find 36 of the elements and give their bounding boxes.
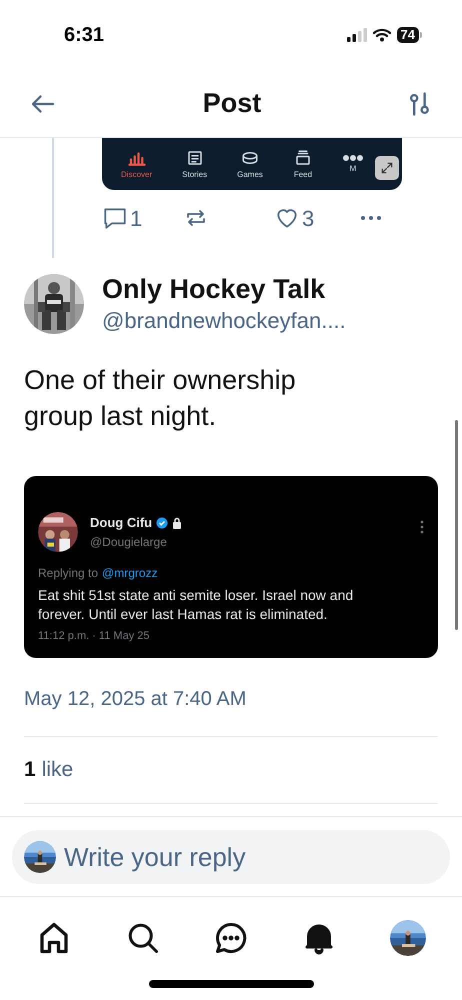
quoted-author-name: Doug Cifu (90, 514, 152, 532)
app-tab-label: Games (237, 170, 263, 179)
like-count: 1 (24, 757, 36, 784)
verified-badge-icon (156, 517, 168, 529)
post-date: May 12, 2025 at 7:40 AM (23, 687, 248, 712)
quoted-tweet-text: Eat shit 51st state anti semite loser. Israel now and forever. Until ever last Hamas rat is eliminated. (38, 586, 354, 624)
reply-input[interactable]: Write your reply (64, 838, 438, 876)
expand-button[interactable] (375, 156, 399, 180)
quoted-timestamp: 11:12 p.m. · 11 May 25 (38, 629, 150, 644)
expand-icon (380, 161, 394, 175)
more-icon (359, 215, 383, 221)
author-handle: @brandnewhockeyfan.... (102, 307, 346, 335)
like-label: like (42, 757, 74, 784)
signal-icon (346, 28, 367, 42)
battery-level: 74 (396, 27, 419, 43)
app-tab-label: M (350, 164, 356, 173)
status-time: 6:31 (64, 23, 104, 48)
like-button[interactable]: 3 (274, 202, 359, 234)
mention-link[interactable]: @mrgrozz (102, 564, 158, 582)
reply-field[interactable]: Write your reply (12, 830, 450, 884)
author-name: Only Hockey Talk (102, 273, 326, 306)
post-text: One of their ownership group last night. (23, 364, 297, 433)
reply-button[interactable]: 1 (102, 202, 184, 234)
more-button[interactable] (359, 215, 383, 221)
profile-tab[interactable] (390, 920, 426, 956)
wifi-icon (372, 28, 391, 42)
page-title: Post (202, 87, 262, 120)
app-tab-label: Discover (121, 170, 152, 179)
app-tab-label: Stories (182, 170, 208, 179)
replying-label: Replying to (38, 565, 98, 582)
app-tab-label: Feed (294, 170, 312, 179)
more-icon (342, 155, 363, 161)
lock-icon (172, 517, 182, 529)
more-icon (420, 520, 424, 534)
quoted-author-handle: @Dougielarge (90, 534, 168, 551)
puck-icon (240, 149, 260, 167)
